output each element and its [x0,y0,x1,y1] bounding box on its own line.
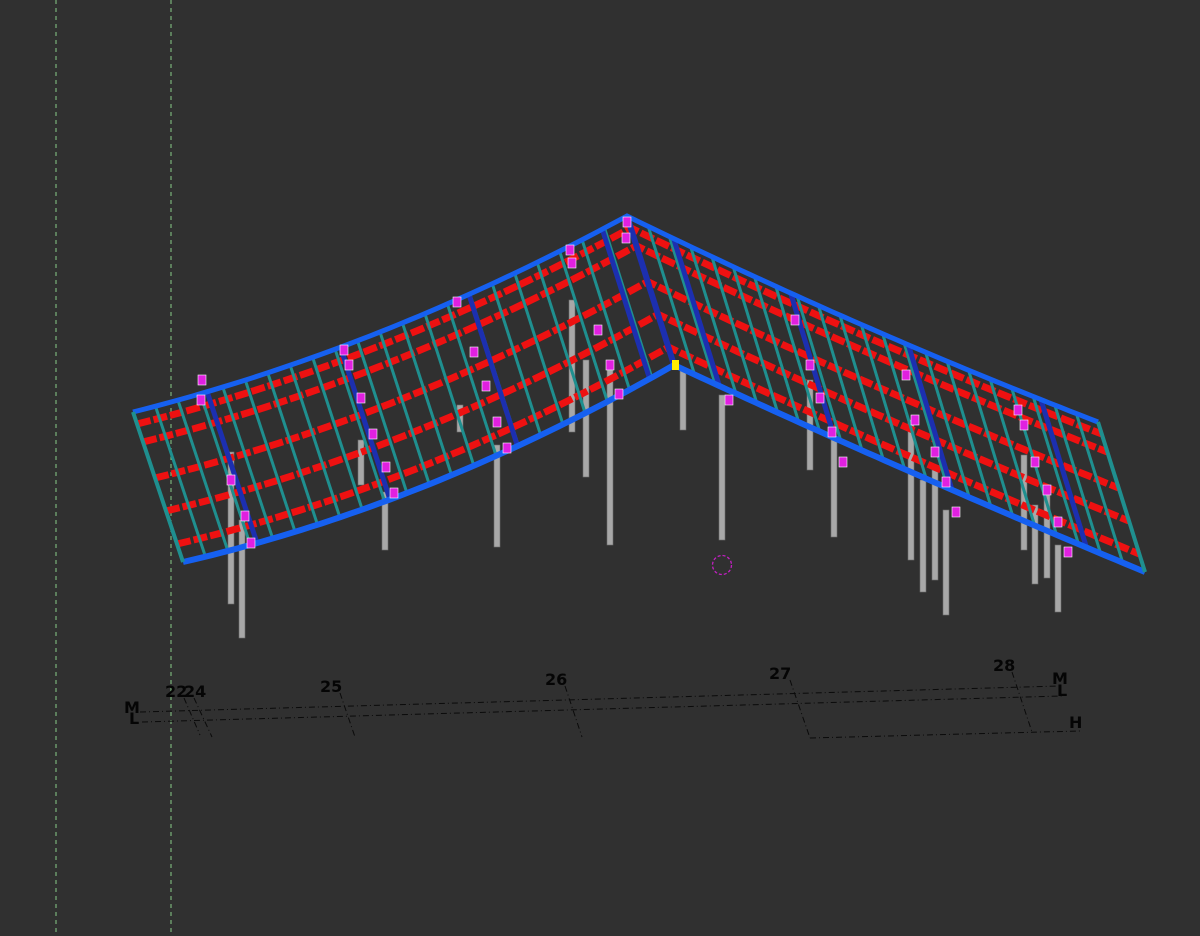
connection-plate-25 [805,359,815,371]
connection-plate-18 [593,324,603,336]
connection-plate-2 [240,510,250,522]
connection-plate-3 [226,474,236,486]
connection-plate-33 [941,476,951,488]
grid-label-24: 24 [184,682,206,701]
connection-plate-30 [910,414,920,426]
gridline-28 [1011,671,1033,733]
connection-plate-16 [565,244,575,256]
connection-plate-10 [356,392,366,404]
connection-plate-1 [246,537,256,549]
connection-plate-31 [930,446,940,458]
gridline-27 [789,679,811,739]
connection-plate-27 [827,426,837,438]
snap-circle-icon [711,554,733,576]
gridline-25 [339,692,356,738]
connection-plate-17 [567,257,577,269]
connection-plate-5 [339,344,349,356]
column-11 [718,394,726,541]
gridline-h [809,730,1081,739]
connection-plate-40 [197,374,207,386]
rafter-left-18 [513,272,565,425]
connection-plate-38 [1053,516,1063,528]
column-15 [919,479,927,593]
gridline-26 [564,685,583,738]
column-17 [942,509,950,616]
grid-label-27: 27 [769,664,791,683]
gridline-22 [183,697,201,736]
connection-plate-12 [469,346,479,358]
column-10 [679,369,687,431]
connection-plate-32 [951,506,961,518]
connection-plate-28 [838,456,848,468]
connection-plate-35 [1019,419,1029,431]
connection-plate-22 [621,232,631,244]
connection-plate-7 [381,461,391,473]
connection-plate-23 [724,394,734,406]
column-4 [357,439,365,486]
connection-plate-39 [1063,546,1073,558]
grid-lines [139,671,1081,739]
column-2 [238,519,246,639]
connection-plate-8 [389,487,399,499]
gridline-m [139,685,1061,713]
connection-plate-21 [622,216,632,228]
grid-label-l-left: L [129,709,139,728]
connection-plate-19 [605,359,615,371]
gable-end-left [131,411,185,563]
connection-plate-9 [368,428,378,440]
grid-label-h: H [1069,713,1082,732]
grid-label-l-right: L [1057,681,1067,700]
column-8 [582,359,590,478]
grid-label-28: 28 [993,656,1015,675]
connection-plate-6 [344,359,354,371]
grid-label-26: 26 [545,670,567,689]
grid-label-25: 25 [320,677,342,696]
connection-plate-36 [1030,456,1040,468]
structural-model-scene[interactable]: 22 24 25 26 27 28 M L M L H [0,0,1200,936]
rafters-layer [131,215,1147,573]
column-21 [1054,544,1062,613]
connection-plate-26 [815,392,825,404]
connection-plate-34 [1013,404,1023,416]
selected-node[interactable] [672,360,679,370]
model-viewport[interactable]: 22 24 25 26 27 28 M L M L H [0,0,1200,936]
connection-plate-20 [614,388,624,400]
column-5 [493,444,501,548]
connection-plate-15 [502,442,512,454]
column-13 [830,439,838,538]
column-14 [907,419,915,561]
connection-plate-14 [492,416,502,428]
connection-plate-37 [1042,484,1052,496]
gridline-24 [193,697,213,738]
connection-plate-11 [452,296,462,308]
connection-plate-29 [901,369,911,381]
connection-plate-24 [790,314,800,326]
connection-plate-4 [196,394,206,406]
grid-labels: 22 24 25 26 27 28 M L M L H [124,656,1082,732]
connection-plate-13 [481,380,491,392]
gridline-l [141,695,1063,723]
